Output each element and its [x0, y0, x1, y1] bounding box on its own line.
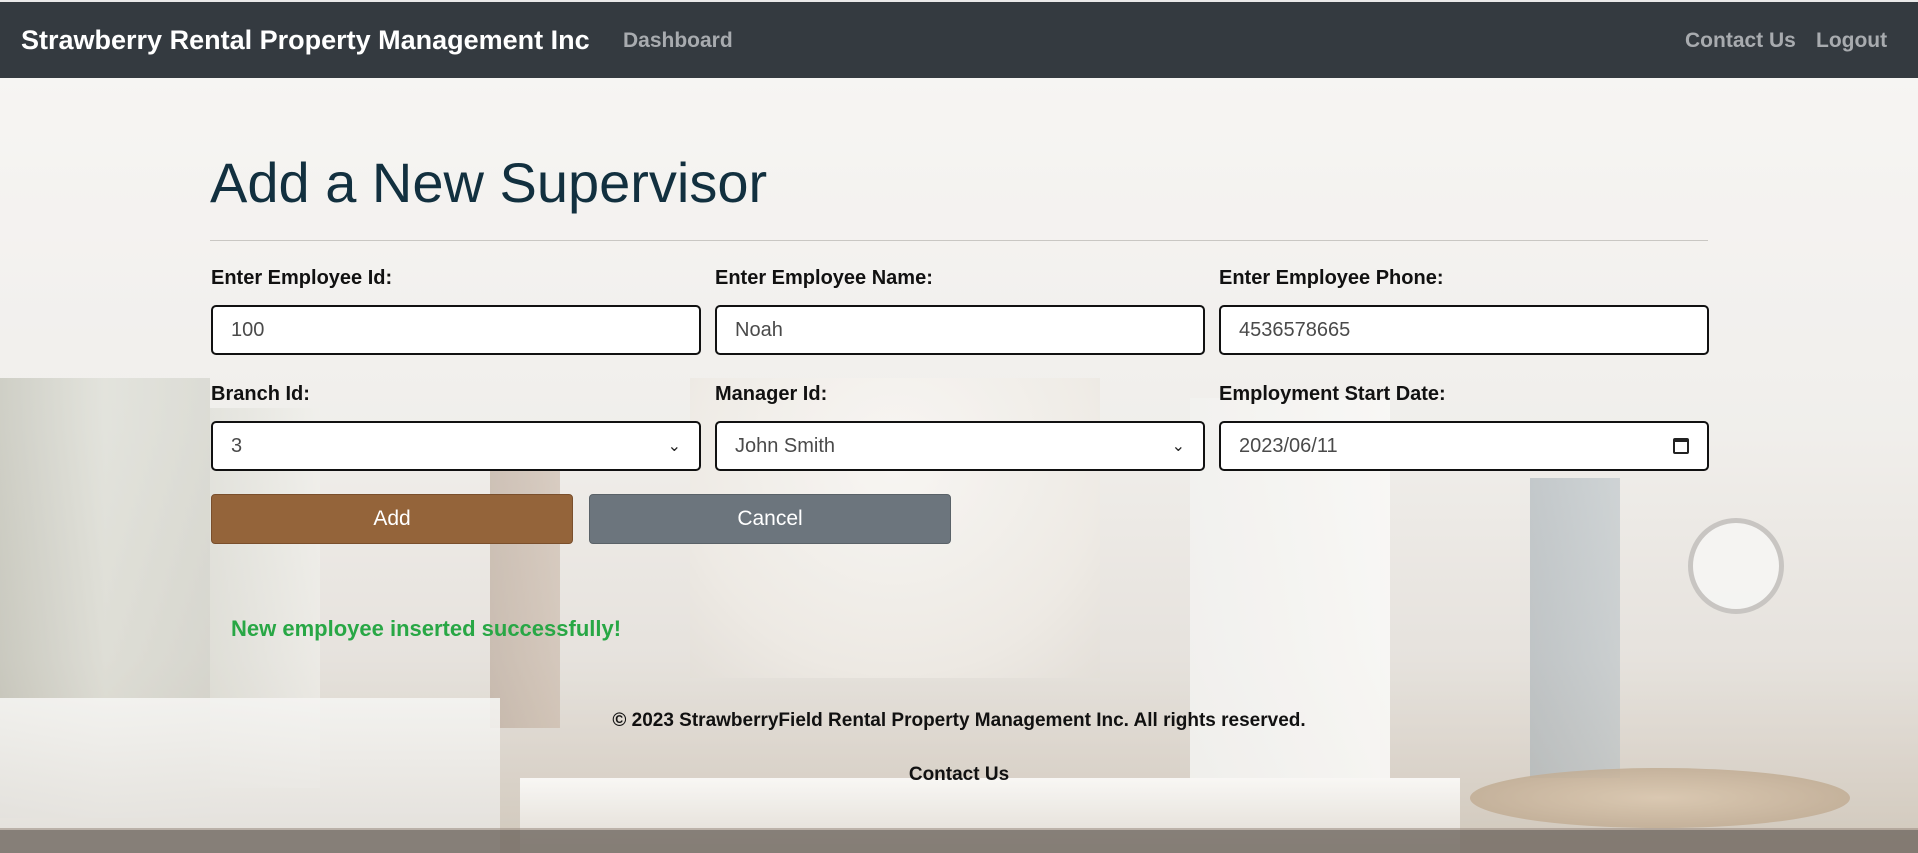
title-divider — [210, 240, 1708, 241]
employee-id-input[interactable] — [211, 305, 701, 355]
chevron-down-icon: ⌄ — [667, 438, 681, 455]
calendar-icon[interactable] — [1673, 438, 1689, 454]
success-message: New employee inserted successfully! — [231, 616, 622, 641]
nav-dashboard-link[interactable]: Dashboard — [623, 29, 733, 53]
footer-contact-link[interactable]: Contact Us — [0, 764, 1918, 786]
employee-id-label: Enter Employee Id: — [211, 267, 393, 289]
branch-id-label: Branch Id: — [211, 383, 310, 405]
page-title: Add a New Supervisor — [210, 151, 768, 214]
start-date-value: 2023/06/11 — [1239, 434, 1338, 457]
employee-name-label: Enter Employee Name: — [715, 267, 933, 289]
nav-contact-link[interactable]: Contact Us — [1685, 29, 1796, 53]
manager-id-label: Manager Id: — [715, 383, 828, 405]
manager-id-select[interactable]: John Smith ⌄ — [715, 421, 1205, 471]
nav-logout-link[interactable]: Logout — [1816, 29, 1887, 53]
branch-id-select[interactable]: 3 ⌄ — [211, 421, 701, 471]
start-date-input[interactable]: 2023/06/11 — [1219, 421, 1709, 471]
footer-copyright: © 2023 StrawberryField Rental Property M… — [612, 710, 1306, 731]
employee-phone-input[interactable] — [1219, 305, 1709, 355]
employee-name-input[interactable] — [715, 305, 1205, 355]
bottom-edge — [0, 830, 1918, 853]
top-navbar: Strawberry Rental Property Management In… — [0, 0, 1918, 78]
start-date-label: Employment Start Date: — [1219, 383, 1446, 405]
employee-phone-label: Enter Employee Phone: — [1219, 267, 1444, 289]
branch-id-value: 3 — [231, 434, 243, 457]
chevron-down-icon: ⌄ — [1171, 438, 1185, 455]
cancel-button[interactable]: Cancel — [589, 494, 951, 544]
brand-name[interactable]: Strawberry Rental Property Management In… — [21, 25, 590, 56]
manager-id-value: John Smith — [735, 434, 836, 457]
add-button[interactable]: Add — [211, 494, 573, 544]
